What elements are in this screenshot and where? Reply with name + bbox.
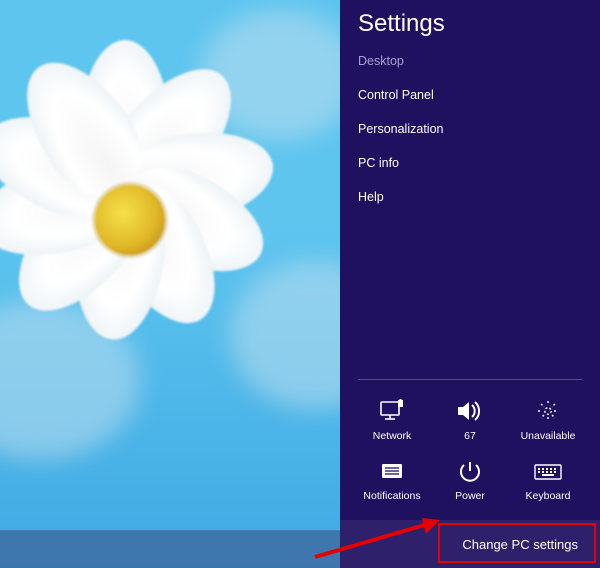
volume-tile[interactable]: 67 — [434, 396, 506, 450]
notifications-icon — [378, 456, 406, 486]
taskbar[interactable] — [0, 530, 340, 568]
brightness-label: Unavailable — [521, 430, 576, 442]
network-label: Network — [373, 430, 412, 442]
settings-title: Settings — [340, 0, 600, 44]
menu-desktop[interactable]: Desktop — [346, 44, 594, 78]
volume-icon — [456, 396, 484, 426]
network-tile[interactable]: Network — [356, 396, 428, 450]
keyboard-icon — [533, 456, 563, 486]
power-icon — [456, 456, 484, 486]
quick-tiles: Network 67 — [340, 396, 600, 510]
network-icon — [378, 396, 406, 426]
brightness-icon — [534, 396, 562, 426]
power-tile[interactable]: Power — [434, 456, 506, 510]
menu-personalization[interactable]: Personalization — [346, 112, 594, 146]
volume-label: 67 — [464, 430, 476, 442]
menu-help[interactable]: Help — [346, 180, 594, 214]
menu-control-panel[interactable]: Control Panel — [346, 78, 594, 112]
brightness-tile[interactable]: Unavailable — [512, 396, 584, 450]
desktop-wallpaper — [0, 0, 340, 568]
change-pc-settings-link[interactable]: Change PC settings — [340, 520, 600, 568]
settings-charm-panel: Settings Desktop Control Panel Personali… — [340, 0, 600, 568]
keyboard-tile[interactable]: Keyboard — [512, 456, 584, 510]
settings-menu: Desktop Control Panel Personalization PC… — [340, 44, 600, 214]
change-pc-settings-label: Change PC settings — [462, 537, 578, 552]
power-label: Power — [455, 490, 485, 502]
divider — [358, 379, 582, 380]
menu-pc-info[interactable]: PC info — [346, 146, 594, 180]
notifications-tile[interactable]: Notifications — [356, 456, 428, 510]
notifications-label: Notifications — [363, 490, 420, 502]
keyboard-label: Keyboard — [526, 490, 571, 502]
